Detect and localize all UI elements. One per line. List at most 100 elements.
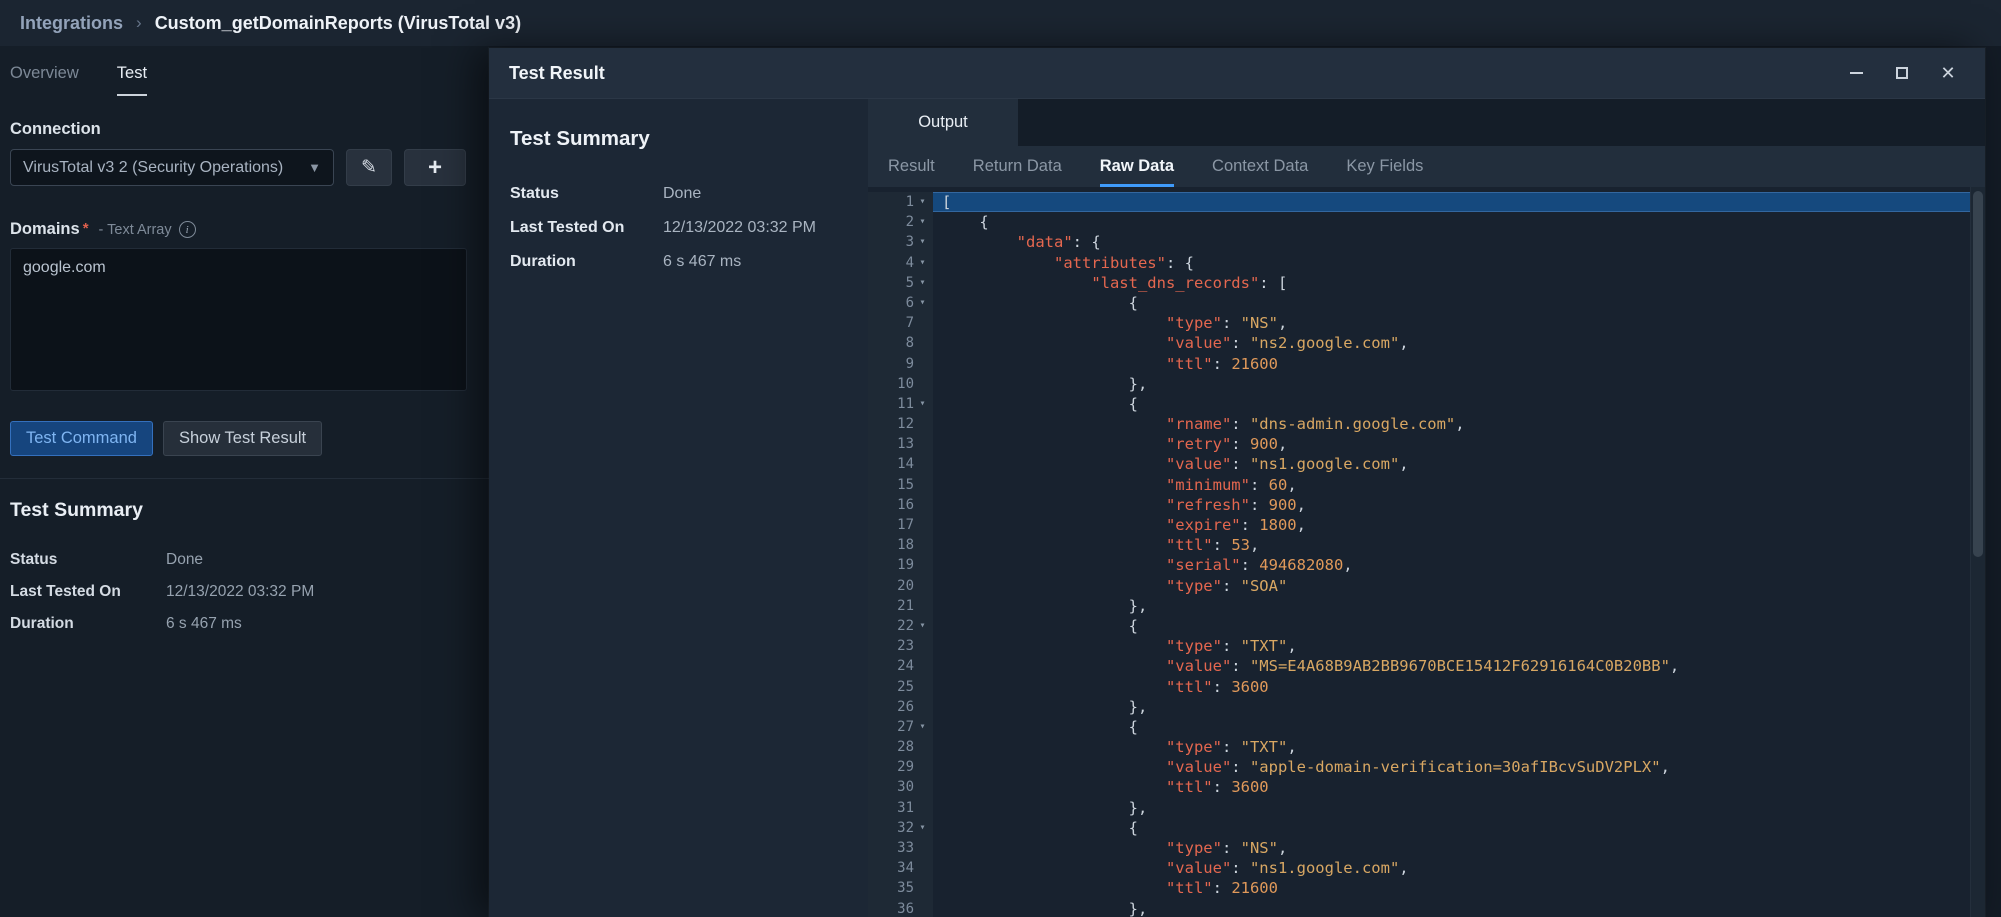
test-command-button[interactable]: Test Command xyxy=(10,421,153,456)
close-button[interactable]: ✕ xyxy=(1931,56,1965,90)
line-number[interactable]: 4 xyxy=(882,253,914,273)
line-number[interactable]: 1 xyxy=(882,192,914,212)
code-line[interactable]: 25 "ttl": 3600 xyxy=(868,677,1970,697)
breadcrumb-integrations-link[interactable]: Integrations xyxy=(20,13,123,34)
code-line[interactable]: 35 "ttl": 21600 xyxy=(868,878,1970,898)
fold-toggle-icon[interactable]: ▾ xyxy=(914,616,931,636)
fold-toggle-icon[interactable]: ▾ xyxy=(914,394,931,414)
code-line[interactable]: 27▾ { xyxy=(868,717,1970,737)
line-number[interactable]: 20 xyxy=(882,576,914,596)
code-line[interactable]: 13 "retry": 900, xyxy=(868,434,1970,454)
code-line[interactable]: 32▾ { xyxy=(868,818,1970,838)
code-line[interactable]: 26 }, xyxy=(868,697,1970,717)
code-line[interactable]: 34 "value": "ns1.google.com", xyxy=(868,858,1970,878)
scrollbar-thumb[interactable] xyxy=(1973,191,1983,557)
code-viewport[interactable]: 1▾[2▾ {3▾ "data": {4▾ "attributes": {5▾ … xyxy=(868,187,1970,917)
code-line[interactable]: 5▾ "last_dns_records": [ xyxy=(868,273,1970,293)
code-line[interactable]: 31 }, xyxy=(868,798,1970,818)
line-number[interactable]: 2 xyxy=(882,212,914,232)
line-gutter[interactable]: 11▾ xyxy=(868,394,933,414)
subtab-context-data[interactable]: Context Data xyxy=(1212,146,1308,187)
line-number[interactable]: 7 xyxy=(882,313,914,333)
line-number[interactable]: 5 xyxy=(882,273,914,293)
subtab-result[interactable]: Result xyxy=(888,146,935,187)
line-gutter[interactable]: 14 xyxy=(868,454,933,474)
code-line[interactable]: 24 "value": "MS=E4A68B9AB2BB9670BCE15412… xyxy=(868,656,1970,676)
code-line[interactable]: 3▾ "data": { xyxy=(868,232,1970,252)
line-number[interactable]: 35 xyxy=(882,878,914,898)
code-line[interactable]: 15 "minimum": 60, xyxy=(868,475,1970,495)
code-line[interactable]: 33 "type": "NS", xyxy=(868,838,1970,858)
line-number[interactable]: 30 xyxy=(882,777,914,797)
line-gutter[interactable]: 31 xyxy=(868,798,933,818)
add-connection-button[interactable]: + xyxy=(404,149,466,186)
line-gutter[interactable]: 27▾ xyxy=(868,717,933,737)
fold-toggle-icon[interactable]: ▾ xyxy=(914,212,931,232)
line-gutter[interactable]: 3▾ xyxy=(868,232,933,252)
line-number[interactable]: 36 xyxy=(882,899,914,917)
editor-scrollbar[interactable] xyxy=(1970,187,1985,917)
fold-toggle-icon[interactable]: ▾ xyxy=(914,273,931,293)
line-number[interactable]: 14 xyxy=(882,454,914,474)
code-line[interactable]: 22▾ { xyxy=(868,616,1970,636)
line-gutter[interactable]: 13 xyxy=(868,434,933,454)
code-line[interactable]: 9 "ttl": 21600 xyxy=(868,354,1970,374)
info-icon[interactable]: i xyxy=(179,221,196,238)
code-line[interactable]: 23 "type": "TXT", xyxy=(868,636,1970,656)
line-gutter[interactable]: 12 xyxy=(868,414,933,434)
subtab-key-fields[interactable]: Key Fields xyxy=(1346,146,1423,187)
line-number[interactable]: 16 xyxy=(882,495,914,515)
code-line[interactable]: 18 "ttl": 53, xyxy=(868,535,1970,555)
line-number[interactable]: 8 xyxy=(882,333,914,353)
line-gutter[interactable]: 23 xyxy=(868,636,933,656)
raw-data-editor[interactable]: 1▾[2▾ {3▾ "data": {4▾ "attributes": {5▾ … xyxy=(868,187,1985,917)
line-gutter[interactable]: 35 xyxy=(868,878,933,898)
line-number[interactable]: 32 xyxy=(882,818,914,838)
fold-toggle-icon[interactable]: ▾ xyxy=(914,293,931,313)
line-gutter[interactable]: 28 xyxy=(868,737,933,757)
show-test-result-button[interactable]: Show Test Result xyxy=(163,421,322,456)
line-gutter[interactable]: 16 xyxy=(868,495,933,515)
tab-test[interactable]: Test xyxy=(117,64,147,96)
line-gutter[interactable]: 36 xyxy=(868,899,933,917)
code-line[interactable]: 1▾[ xyxy=(868,192,1970,212)
line-gutter[interactable]: 32▾ xyxy=(868,818,933,838)
code-line[interactable]: 36 }, xyxy=(868,899,1970,917)
code-line[interactable]: 20 "type": "SOA" xyxy=(868,576,1970,596)
line-gutter[interactable]: 4▾ xyxy=(868,253,933,273)
code-line[interactable]: 14 "value": "ns1.google.com", xyxy=(868,454,1970,474)
line-number[interactable]: 6 xyxy=(882,293,914,313)
maximize-button[interactable] xyxy=(1885,56,1919,90)
line-gutter[interactable]: 10 xyxy=(868,374,933,394)
line-gutter[interactable]: 8 xyxy=(868,333,933,353)
line-number[interactable]: 17 xyxy=(882,515,914,535)
fold-toggle-icon[interactable]: ▾ xyxy=(914,717,931,737)
line-number[interactable]: 22 xyxy=(882,616,914,636)
fold-toggle-icon[interactable]: ▾ xyxy=(914,192,931,212)
line-number[interactable]: 10 xyxy=(882,374,914,394)
code-line[interactable]: 21 }, xyxy=(868,596,1970,616)
code-line[interactable]: 2▾ { xyxy=(868,212,1970,232)
line-number[interactable]: 26 xyxy=(882,697,914,717)
line-number[interactable]: 15 xyxy=(882,475,914,495)
line-number[interactable]: 29 xyxy=(882,757,914,777)
fold-toggle-icon[interactable]: ▾ xyxy=(914,818,931,838)
line-gutter[interactable]: 2▾ xyxy=(868,212,933,232)
line-number[interactable]: 3 xyxy=(882,232,914,252)
line-number[interactable]: 11 xyxy=(882,394,914,414)
line-number[interactable]: 12 xyxy=(882,414,914,434)
line-number[interactable]: 33 xyxy=(882,838,914,858)
subtab-return-data[interactable]: Return Data xyxy=(973,146,1062,187)
line-gutter[interactable]: 26 xyxy=(868,697,933,717)
minimize-button[interactable] xyxy=(1839,56,1873,90)
line-number[interactable]: 24 xyxy=(882,656,914,676)
line-number[interactable]: 13 xyxy=(882,434,914,454)
line-number[interactable]: 21 xyxy=(882,596,914,616)
tab-overview[interactable]: Overview xyxy=(10,64,79,96)
edit-connection-button[interactable]: ✎ xyxy=(346,149,392,186)
line-gutter[interactable]: 5▾ xyxy=(868,273,933,293)
code-line[interactable]: 17 "expire": 1800, xyxy=(868,515,1970,535)
code-line[interactable]: 12 "rname": "dns-admin.google.com", xyxy=(868,414,1970,434)
code-line[interactable]: 10 }, xyxy=(868,374,1970,394)
line-gutter[interactable]: 29 xyxy=(868,757,933,777)
